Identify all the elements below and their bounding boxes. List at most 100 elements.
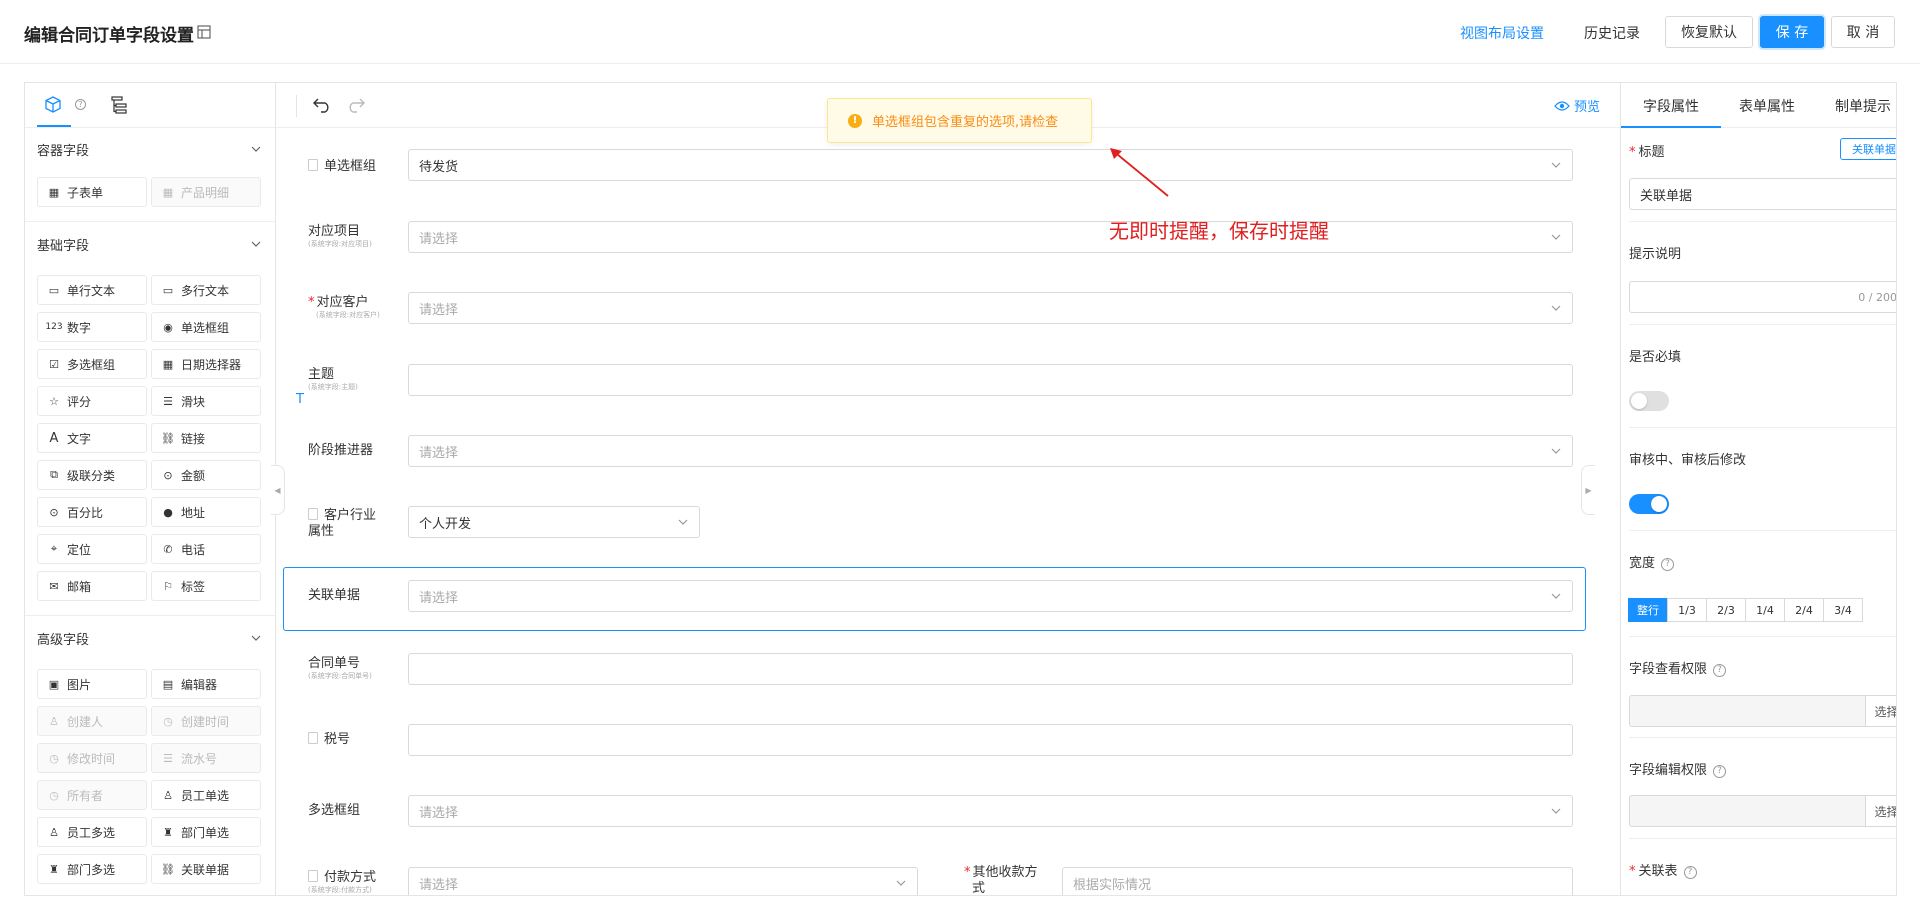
cancel-button[interactable]: 取 消 — [1831, 16, 1895, 48]
field-chip-employee-single[interactable]: ♙ 员工单选 — [151, 780, 261, 810]
view-layout-link[interactable]: 视图布局设置 — [1460, 23, 1544, 43]
chevron-down-icon — [1551, 234, 1561, 240]
field-input[interactable]: 根据实际情况 — [1062, 867, 1573, 895]
hint-input[interactable]: 0 / 200 — [1629, 281, 1896, 313]
field-chip-amount[interactable]: ⊙ 金额 — [151, 460, 261, 490]
field-chip-email[interactable]: ✉ 邮箱 — [37, 571, 147, 601]
field-chip-percent[interactable]: ⊙ 百分比 — [37, 497, 147, 527]
tab-form-properties[interactable]: 表单属性 — [1739, 96, 1795, 116]
field-select[interactable]: 请选择 — [408, 867, 918, 895]
width-option-1-3[interactable]: 1/3 — [1667, 598, 1707, 622]
width-option-full[interactable]: 整行 — [1628, 598, 1668, 622]
field-input[interactable] — [408, 364, 1573, 396]
section-header[interactable]: 容器字段 — [25, 128, 275, 170]
user-icon: ♙ — [49, 714, 59, 728]
field-select[interactable]: 请选择 — [408, 580, 1573, 612]
collapse-right-panel-handle[interactable]: ▶ — [1581, 465, 1595, 515]
star-icon: ☆ — [49, 394, 59, 408]
field-input[interactable] — [408, 724, 1573, 756]
field-chip-radio-group[interactable]: ◉ 单选框组 — [151, 312, 261, 342]
field-select[interactable]: 待发货 — [408, 149, 1573, 181]
field-chip-image[interactable]: ▣ 图片 — [37, 669, 147, 699]
field-chip-slider[interactable]: ☰ 滑块 — [151, 386, 261, 416]
top-bar: 编辑合同订单字段设置 视图布局设置 历史记录 恢复默认 保 存 取 消 — [0, 0, 1920, 64]
width-option-2-3[interactable]: 2/3 — [1706, 598, 1746, 622]
field-chip-editor[interactable]: ▤ 编辑器 — [151, 669, 261, 699]
field-chip-related-doc[interactable]: ⛓ 关联单据 — [151, 854, 261, 884]
undo-icon[interactable] — [312, 97, 332, 113]
warning-icon: ! — [848, 113, 862, 128]
field-select[interactable]: 请选择 — [408, 435, 1573, 467]
help-icon[interactable]: ? — [1661, 557, 1675, 571]
redo-icon[interactable] — [346, 97, 366, 113]
field-chip-address[interactable]: ● 地址 — [151, 497, 261, 527]
edit-during-review-toggle[interactable] — [1629, 494, 1669, 514]
field-chip-checkbox-group[interactable]: ☑ 多选框组 — [37, 349, 147, 379]
preview-button[interactable]: 预览 — [1554, 96, 1600, 115]
help-icon[interactable]: ? — [1713, 764, 1727, 778]
select-button[interactable]: 选择 — [1865, 796, 1896, 826]
save-button[interactable]: 保 存 — [1760, 16, 1824, 48]
cube-icon[interactable] — [45, 96, 61, 113]
field-label-text: 多选框组 — [308, 803, 361, 818]
chip-label: 金额 — [181, 468, 206, 483]
annotation-note: 无即时提醒，保存时提醒 — [1109, 219, 1329, 243]
help-icon[interactable]: ? — [75, 99, 86, 110]
field-chip-department-single[interactable]: ♜ 部门单选 — [151, 817, 261, 847]
restore-default-button[interactable]: 恢复默认 — [1665, 16, 1753, 48]
select-button[interactable]: 选择 — [1865, 696, 1896, 726]
field-chip-department-multi[interactable]: ♜ 部门多选 — [37, 854, 147, 884]
field-label-text: 客户行业 — [324, 508, 377, 523]
field-chip-link[interactable]: ⛓ 链接 — [151, 423, 261, 453]
field-chip-single-line-text[interactable]: ▭ 单行文本 — [37, 275, 147, 305]
field-placeholder: 请选择 — [419, 231, 459, 247]
view-permission-picker[interactable]: 选择 — [1629, 695, 1896, 727]
field-placeholder: 根据实际情况 — [1073, 877, 1152, 893]
required-toggle[interactable] — [1629, 391, 1669, 411]
field-chip-multi-line-text[interactable]: ▭ 多行文本 — [151, 275, 261, 305]
field-chip-locate[interactable]: ⌖ 定位 — [37, 534, 147, 564]
field-chip-subform[interactable]: ▦ 子表单 — [37, 177, 147, 207]
layout-icon[interactable] — [197, 25, 211, 39]
tree-icon[interactable] — [111, 96, 129, 114]
field-chip-employee-multi[interactable]: ♙ 员工多选 — [37, 817, 147, 847]
section-basic-fields: 基础字段 — [25, 223, 275, 265]
title-input[interactable]: 关联单据 — [1629, 178, 1896, 210]
field-chip-text[interactable]: A 文字 — [37, 423, 147, 453]
field-select[interactable]: 请选择 — [408, 221, 1573, 253]
chip-label: 邮箱 — [67, 579, 92, 594]
width-option-1-4[interactable]: 1/4 — [1745, 598, 1785, 622]
related-doc-badge[interactable]: 关联单据 — [1840, 138, 1896, 160]
field-chip-date-picker[interactable]: ▦ 日期选择器 — [151, 349, 261, 379]
edit-permission-picker[interactable]: 选择 — [1629, 795, 1896, 827]
collapse-left-panel-handle[interactable]: ◀ — [271, 465, 285, 515]
field-chip-cascade[interactable]: ⧉ 级联分类 — [37, 460, 147, 490]
radio-icon: ◉ — [163, 320, 173, 334]
tab-field-properties[interactable]: 字段属性 — [1643, 96, 1699, 116]
properties-panel: 字段属性 表单属性 制单提示 * 标题 关联单据 关联单据 提示说明 0 / 20… — [1620, 83, 1896, 895]
tab-form-hints[interactable]: 制单提示 — [1835, 96, 1891, 116]
field-select[interactable]: 请选择 — [408, 795, 1573, 827]
mail-icon: ✉ — [49, 579, 59, 593]
field-chip-phone[interactable]: ✆ 电话 — [151, 534, 261, 564]
required-mark: * — [1629, 145, 1636, 160]
field-chip-rating[interactable]: ☆ 评分 — [37, 386, 147, 416]
section-header[interactable]: 高级字段 — [25, 617, 275, 659]
field-input[interactable] — [408, 653, 1573, 685]
help-icon[interactable]: ? — [1683, 865, 1697, 879]
field-select[interactable]: 个人开发 — [408, 506, 700, 538]
field-select[interactable]: 请选择 — [408, 292, 1573, 324]
section-header[interactable]: 基础字段 — [25, 223, 275, 265]
section-container-fields: 容器字段 — [25, 128, 275, 170]
chevron-down-icon — [1551, 162, 1561, 168]
image-icon: ▣ — [48, 677, 60, 691]
width-option-3-4[interactable]: 3/4 — [1823, 598, 1863, 622]
help-icon[interactable]: ? — [1713, 663, 1727, 677]
chip-label: 部门单选 — [181, 825, 230, 840]
chip-label: 多行文本 — [181, 283, 230, 298]
chip-label: 图片 — [67, 677, 92, 692]
field-chip-number[interactable]: 123 数字 — [37, 312, 147, 342]
history-link[interactable]: 历史记录 — [1584, 23, 1640, 43]
field-chip-tag[interactable]: ⚐ 标签 — [151, 571, 261, 601]
width-option-2-4[interactable]: 2/4 — [1784, 598, 1824, 622]
